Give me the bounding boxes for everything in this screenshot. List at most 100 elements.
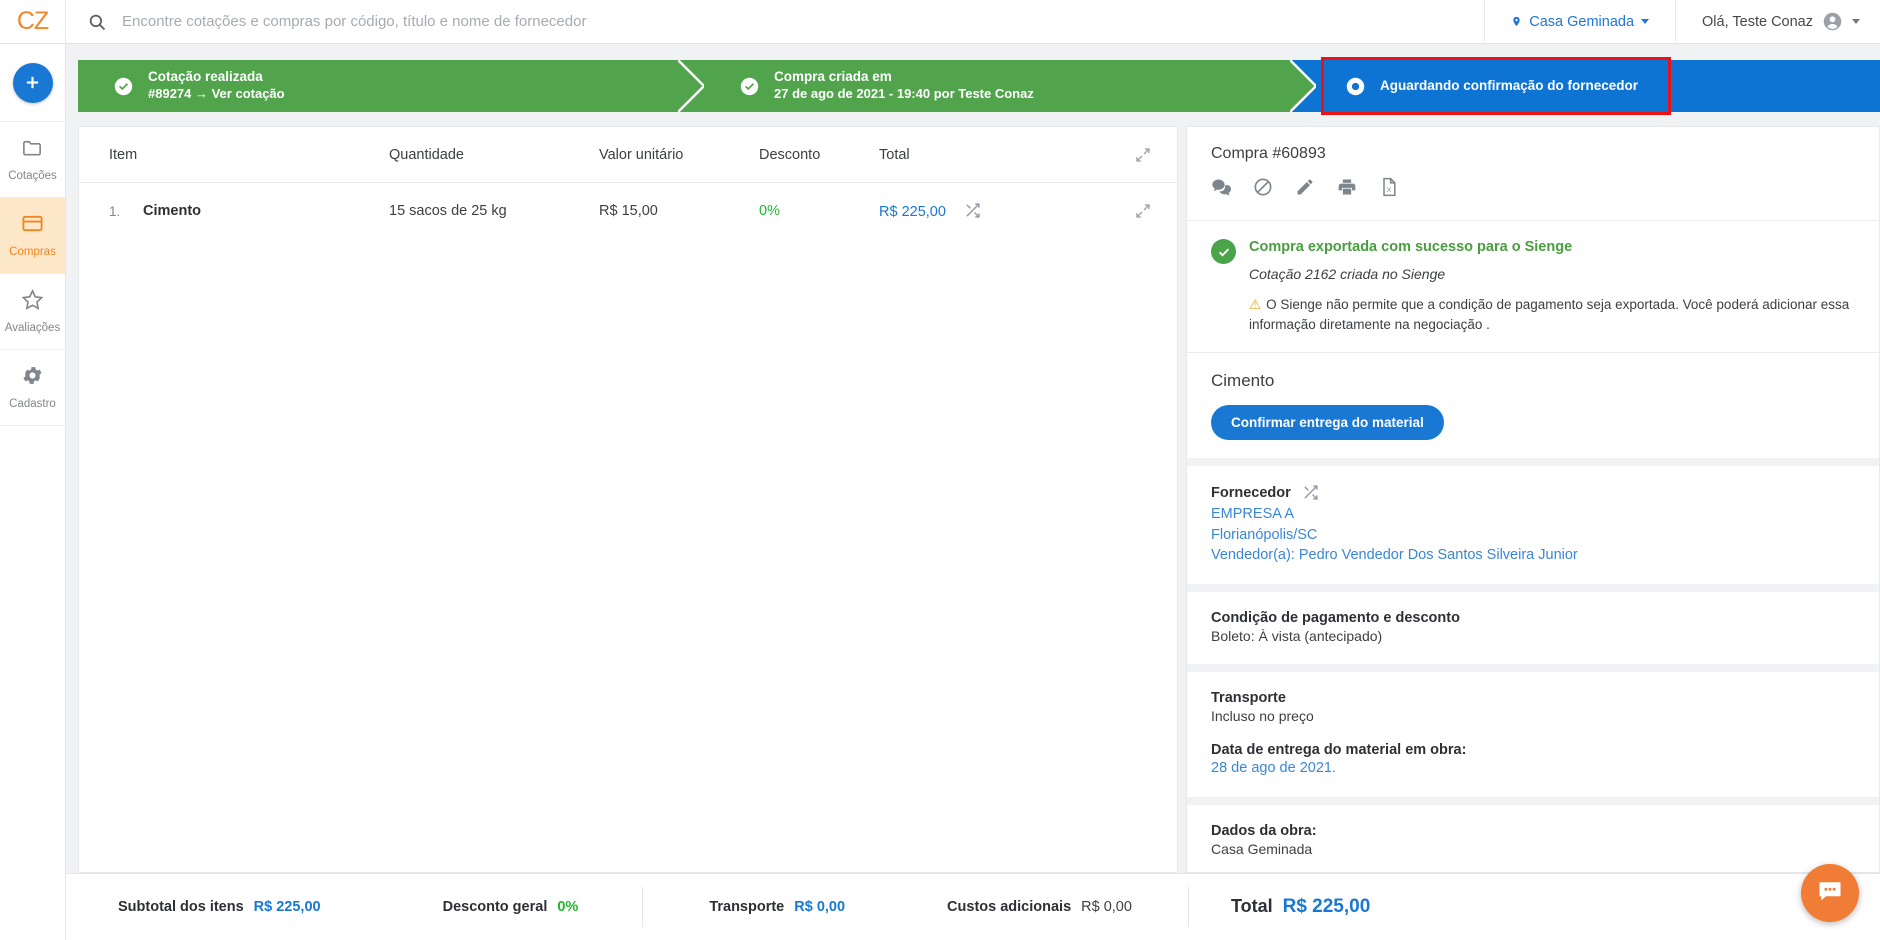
total-value: R$ 225,00 [1282,896,1371,917]
obra-label: Dados da obra: [1211,823,1317,840]
transporte-cell: Transporte R$ 0,00 [709,899,845,915]
ban-icon[interactable] [1253,177,1273,202]
desconto-cell: Desconto geral 0% [443,899,579,915]
plus-icon [26,76,39,89]
col-header-desconto: Desconto [759,146,821,163]
export-status-section: Compra exportada com sucesso para o Sien… [1187,221,1879,354]
star-icon [21,288,44,316]
step-arrow [677,59,706,113]
top-bar-right: Casa Geminada Olá, Teste Conaz [1484,0,1880,44]
cell-total: R$ 225,00 [879,204,946,220]
chevron-down-icon [1641,19,1650,24]
custos-value: R$ 0,00 [1081,899,1132,915]
custos-label: Custos adicionais [947,899,1072,915]
table-header-row: Item Quantidade Valor unitário Desconto … [79,127,1177,183]
printer-icon[interactable] [1337,177,1357,202]
delivery-date-value[interactable]: 28 de ago de 2021. [1211,758,1855,779]
row-index: 1. [109,203,121,219]
expand-icon[interactable] [1135,203,1151,219]
fornecedor-label: Fornecedor [1211,484,1291,501]
table-row[interactable]: 1. Cimento 15 sacos de 25 kg R$ 15,00 0%… [79,183,1177,239]
check-circle-icon [114,77,133,96]
excel-export-icon[interactable]: X [1379,177,1399,202]
col-header-quantidade: Quantidade [389,146,464,163]
user-label: Olá, Teste Conaz [1702,13,1813,30]
sidebar: Cotações Compras Avaliações Cadastro [0,44,66,940]
sidebar-item-label: Compras [9,246,56,259]
step-line1: Cotação realizada [148,69,263,85]
fornecedor-seller[interactable]: Vendedor(a): Pedro Vendedor Dos Santos S… [1211,545,1855,566]
add-new-button[interactable] [12,62,53,103]
cell-quantidade: 15 sacos de 25 kg [389,203,507,219]
sidebar-item-label: Cadastro [9,398,56,411]
export-success-subtitle: Cotação 2162 criada no Sienge [1249,266,1446,282]
shuffle-icon[interactable] [1302,484,1319,501]
delivery-date-label: Data de entrega do material em obra: [1211,742,1467,759]
obra-label: Casa Geminada [1529,13,1635,30]
export-success-row: Compra exportada com sucesso para o Sien… [1211,239,1855,334]
credit-card-icon [21,212,44,240]
col-header-item: Item [109,146,138,163]
fornecedor-company[interactable]: EMPRESA A [1211,504,1855,525]
divider [642,887,644,927]
logo[interactable]: CZ [0,0,66,44]
user-menu[interactable]: Olá, Teste Conaz [1675,0,1880,44]
cell-valor-unitario: R$ 15,00 [599,203,658,219]
transporte-value: Incluso no preço [1211,708,1314,725]
folder-icon [21,136,44,164]
obra-selector[interactable]: Casa Geminada [1484,0,1675,44]
search-input[interactable] [122,1,1485,42]
transporte-label: Transporte [709,899,785,915]
pencil-icon[interactable] [1295,177,1315,202]
sidebar-item-avaliacoes[interactable]: Avaliações [0,274,65,350]
desconto-value: 0% [557,899,579,915]
step-compra-criada[interactable]: Compra criada em 27 de ago de 2021 - 19:… [678,59,1318,113]
success-check-icon [1211,239,1236,264]
radio-current-icon [1346,77,1365,96]
step-line2: #89274 → Ver cotação [148,86,285,102]
chat-support-button[interactable] [1801,864,1859,922]
export-success-title: Compra exportada com sucesso para o Sien… [1249,239,1573,255]
expand-icon[interactable] [1135,147,1151,163]
stepper: Cotação realizada #89274 → Ver cotação C… [78,57,1672,115]
purchase-detail-panel: Compra #60893 X Compra exportada com suc… [1186,126,1880,873]
item-name: Cimento [143,203,201,219]
pagamento-value: Boleto: À vista (antecipado) [1211,627,1383,644]
sidebar-item-cotacoes[interactable]: Cotações [0,122,65,198]
obra-value: Casa Geminada [1211,841,1313,858]
confirm-delivery-button[interactable]: Confirmar entrega do material [1211,405,1444,441]
warning-triangle-icon: ⚠ [1249,297,1262,312]
sidebar-item-cadastro[interactable]: Cadastro [0,350,65,426]
search-icon [88,13,106,31]
custos-cell: Custos adicionais R$ 0,00 [947,899,1132,915]
step-line1: Compra criada em [774,69,892,85]
items-table-panel: Item Quantidade Valor unitário Desconto … [78,126,1178,873]
location-pin-icon [1511,14,1522,29]
subtotal-value: R$ 225,00 [253,899,321,915]
step-aguardando-confirmacao[interactable]: Aguardando confirmação do fornecedor [1320,57,1672,115]
sidebar-item-label: Avaliações [4,322,61,335]
transporte-label: Transporte [1211,690,1286,707]
purchase-title: Compra #60893 [1211,145,1326,162]
purchase-header-section: Compra #60893 X [1187,127,1879,221]
pagamento-label: Condição de pagamento e desconto [1211,609,1460,626]
step-line2: 27 de ago de 2021 - 19:40 por Teste Cona… [774,86,1034,102]
step-arrow [1289,59,1318,113]
app-root: CZ Casa Geminada Olá, Teste Conaz [0,0,1880,940]
step-line1: Aguardando confirmação do fornecedor [1380,77,1639,93]
step-cotacao-realizada[interactable]: Cotação realizada #89274 → Ver cotação [78,59,706,113]
divider [1187,887,1189,927]
subtotal-label: Subtotal dos itens [118,899,244,915]
chat-icon[interactable] [1211,177,1231,202]
cell-total-wrap: R$ 225,00 [879,202,1009,220]
subtotal-cell: Subtotal dos itens R$ 225,00 [118,899,321,915]
desconto-label: Desconto geral [442,899,548,915]
purchase-actions: X [1211,177,1855,202]
check-circle-icon [740,77,759,96]
step-text: Cotação realizada #89274 → Ver cotação [148,69,285,102]
shuffle-icon[interactable] [964,202,981,219]
fornecedor-city[interactable]: Florianópolis/SC [1211,525,1855,546]
sidebar-item-compras[interactable]: Compras [0,198,65,274]
material-section: Cimento Confirmar entrega do material [1187,353,1879,467]
gear-icon [21,364,44,392]
